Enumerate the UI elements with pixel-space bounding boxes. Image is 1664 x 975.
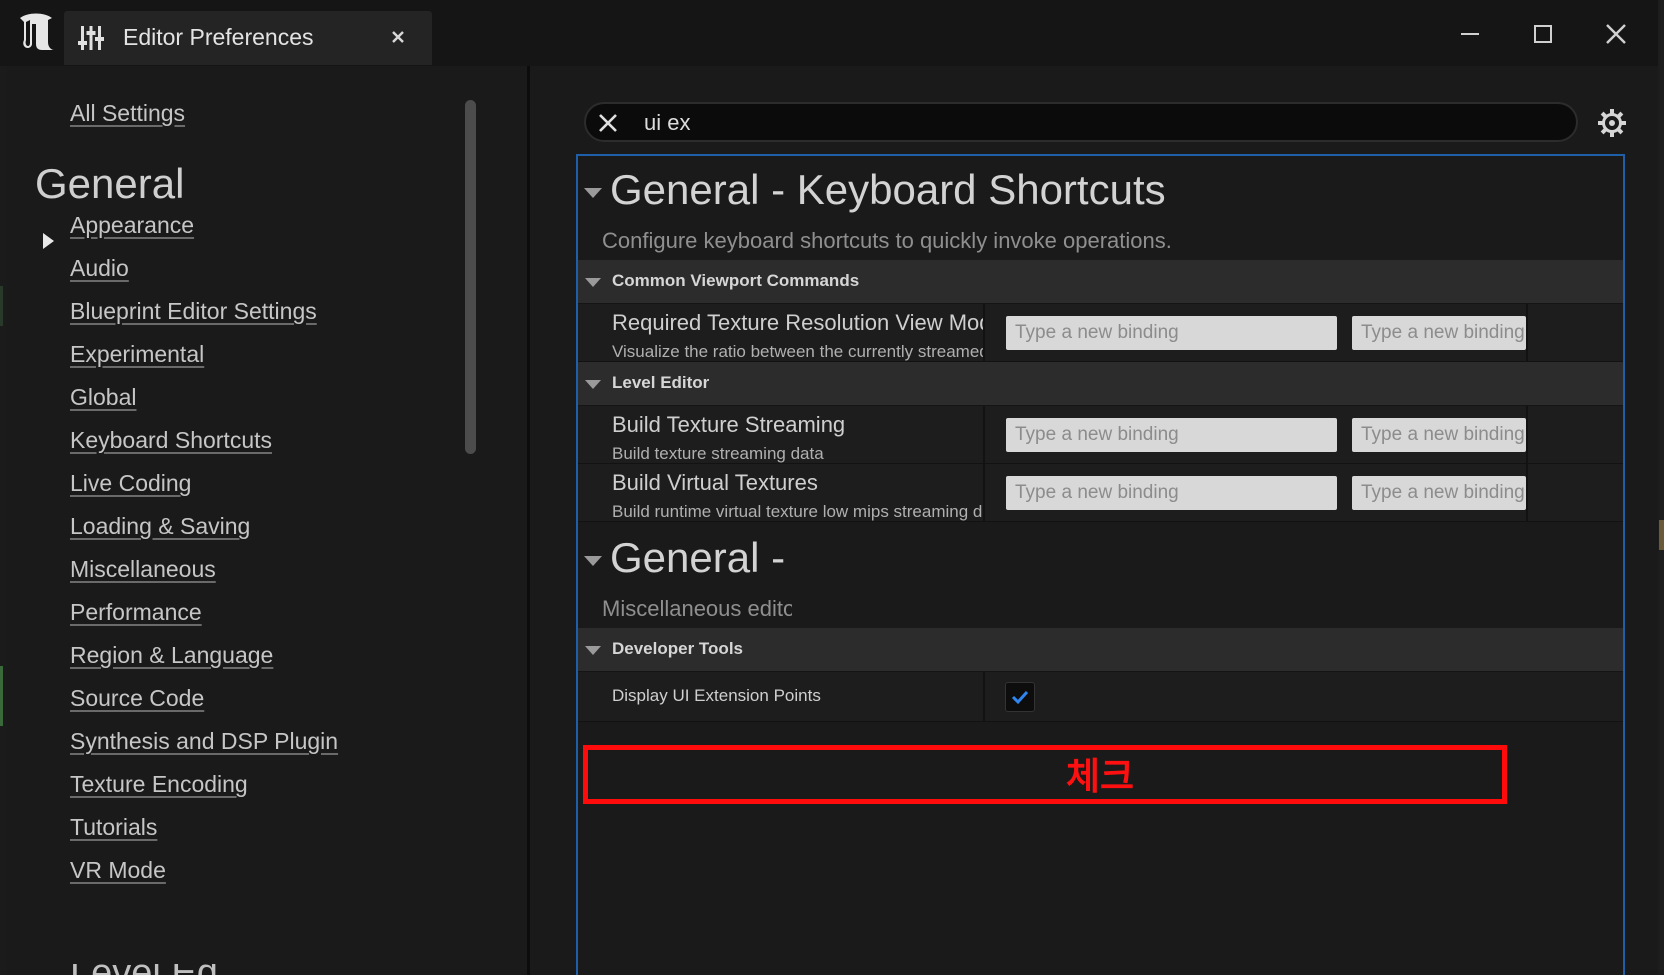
category-developer-tools[interactable]: Developer Tools bbox=[578, 628, 1623, 672]
search-box[interactable] bbox=[584, 102, 1578, 142]
category-common-viewport-commands[interactable]: Common Viewport Commands bbox=[578, 260, 1623, 304]
setting-name: Build Texture Streaming bbox=[612, 412, 846, 437]
sidebar-heading-general: General bbox=[35, 160, 185, 207]
section-description: Miscellaneous editor settings. bbox=[602, 596, 792, 621]
collapse-arrow-icon bbox=[585, 278, 601, 287]
sidebar-item-vr-mode[interactable]: VR Mode bbox=[70, 857, 166, 884]
setting-description: Build texture streaming data bbox=[612, 444, 824, 463]
setting-row-display-ui-extension-points: Display UI Extension Points bbox=[578, 672, 1623, 722]
checkmark-icon bbox=[1011, 690, 1029, 705]
right-edge-strip bbox=[1658, 0, 1664, 975]
sidebar-heading-cut: Level Ed bbox=[70, 964, 250, 975]
sidebar-item-texture-encoding[interactable]: Texture Encoding bbox=[70, 771, 248, 798]
window-close-icon[interactable] bbox=[1598, 16, 1634, 52]
maximize-icon[interactable] bbox=[1525, 16, 1561, 52]
category-level-editor[interactable]: Level Editor bbox=[578, 362, 1623, 406]
sidebar-scrollbar[interactable] bbox=[465, 100, 476, 454]
title-bar: Editor Preferences bbox=[0, 0, 1664, 66]
minimize-icon[interactable] bbox=[1452, 16, 1488, 52]
sidebar-item-performance[interactable]: Performance bbox=[70, 599, 202, 626]
collapse-arrow-icon bbox=[585, 646, 601, 655]
setting-description: Build runtime virtual texture low mips s… bbox=[612, 502, 983, 521]
search-input[interactable] bbox=[644, 109, 1524, 137]
sidebar-item-region-language[interactable]: Region & Language bbox=[70, 642, 273, 669]
section-header-miscellaneous: General - Miscellaneous Miscellaneous ed… bbox=[578, 526, 792, 626]
annotation-highlight-box bbox=[583, 745, 1507, 804]
category-label: Level Editor bbox=[612, 373, 710, 392]
tab-close-icon[interactable] bbox=[386, 25, 410, 49]
details-panel: General - Keyboard Shortcuts Configure k… bbox=[576, 154, 1625, 975]
sidebar-item-tutorials[interactable]: Tutorials bbox=[70, 814, 157, 841]
setting-row-texture-resolution: Required Texture Resolution View Mode Vi… bbox=[578, 304, 1623, 362]
display-ui-extension-points-checkbox[interactable] bbox=[1005, 682, 1035, 712]
gear-icon[interactable] bbox=[1595, 106, 1629, 140]
collapse-arrow-icon bbox=[585, 380, 601, 389]
sidebar-item-experimental[interactable]: Experimental bbox=[70, 341, 204, 368]
sliders-icon bbox=[78, 26, 104, 50]
annotation-text: 체크 bbox=[1066, 755, 1135, 798]
binding-input-secondary[interactable] bbox=[1352, 316, 1526, 350]
setting-row-build-texture-streaming: Build Texture Streaming Build texture st… bbox=[578, 406, 1623, 464]
binding-input-primary[interactable] bbox=[1006, 476, 1337, 510]
binding-input-primary[interactable] bbox=[1006, 418, 1337, 452]
tab-title: Editor Preferences bbox=[123, 24, 314, 50]
all-settings-link[interactable]: All Settings bbox=[70, 100, 185, 127]
settings-sidebar: All Settings General Appearance Audio Bl… bbox=[7, 66, 527, 975]
sidebar-item-live-coding[interactable]: Live Coding bbox=[70, 470, 191, 497]
sidebar-item-global[interactable]: Global bbox=[70, 384, 136, 411]
sidebar-item-blueprint-editor-settings[interactable]: Blueprint Editor Settings bbox=[70, 298, 317, 325]
clear-search-icon[interactable] bbox=[594, 109, 622, 137]
sidebar-item-synthesis-dsp-plugin[interactable]: Synthesis and DSP Plugin bbox=[70, 728, 338, 755]
setting-name: Required Texture Resolution View Mode bbox=[612, 310, 983, 335]
sidebar-item-audio[interactable]: Audio bbox=[70, 255, 129, 282]
sidebar-item-appearance[interactable]: Appearance bbox=[70, 212, 194, 239]
sidebar-item-loading-saving[interactable]: Loading & Saving bbox=[70, 513, 250, 540]
editor-preferences-tab[interactable]: Editor Preferences bbox=[64, 11, 432, 65]
sidebar-item-keyboard-shortcuts[interactable]: Keyboard Shortcuts bbox=[70, 427, 272, 454]
section-title-keyboard-shortcuts: General - Keyboard Shortcuts bbox=[610, 166, 1166, 213]
sidebar-item-miscellaneous[interactable]: Miscellaneous bbox=[70, 556, 216, 583]
binding-input-secondary[interactable] bbox=[1352, 418, 1526, 452]
sidebar-item-source-code[interactable]: Source Code bbox=[70, 685, 204, 712]
expand-arrow-icon[interactable] bbox=[43, 233, 54, 249]
setting-name: Build Virtual Textures bbox=[612, 470, 818, 495]
setting-row-build-virtual-textures: Build Virtual Textures Build runtime vir… bbox=[578, 464, 1623, 522]
category-label: Developer Tools bbox=[612, 639, 743, 658]
collapse-arrow-icon[interactable] bbox=[584, 188, 602, 198]
binding-input-secondary[interactable] bbox=[1352, 476, 1526, 510]
unreal-logo-icon bbox=[20, 13, 54, 50]
settings-main-panel: General - Keyboard Shortcuts Configure k… bbox=[530, 66, 1658, 975]
setting-description: Visualize the ratio between the currentl… bbox=[612, 342, 983, 361]
setting-name: Display UI Extension Points bbox=[612, 686, 821, 705]
section-title-miscellaneous: General - Miscellaneous bbox=[610, 534, 792, 581]
section-description: Configure keyboard shortcuts to quickly … bbox=[602, 228, 1172, 253]
category-label: Common Viewport Commands bbox=[612, 271, 860, 290]
left-edge-strip bbox=[0, 66, 7, 975]
binding-input-primary[interactable] bbox=[1006, 316, 1337, 350]
